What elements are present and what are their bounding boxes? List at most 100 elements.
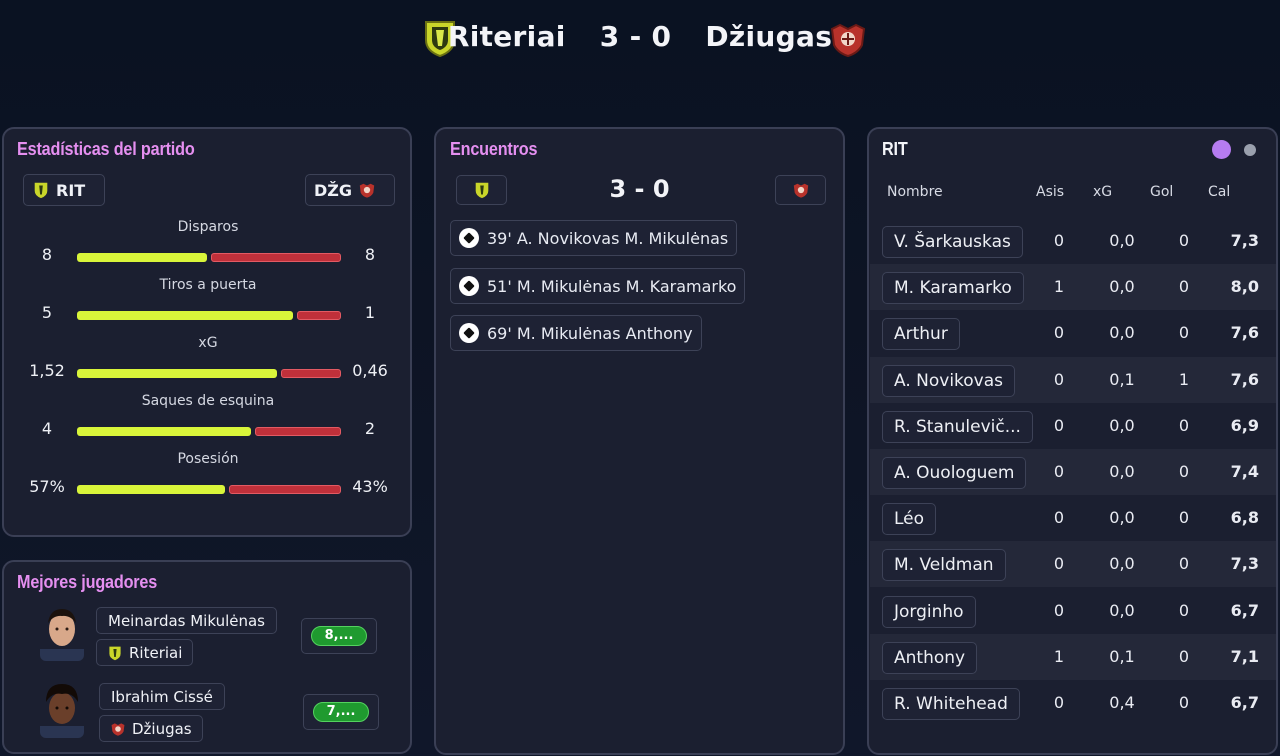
player-assists: 0 (1053, 231, 1065, 250)
player-assists: 0 (1053, 508, 1065, 528)
goal-event-text: 51' M. Mikulėnas M. Karamarko (487, 276, 737, 296)
player-name-chip[interactable]: M. Veldman (882, 549, 1006, 582)
best-player-team: Džiugas (132, 719, 192, 738)
player-xg: 0,0 (1109, 508, 1135, 528)
player-assists: 0 (1053, 462, 1065, 481)
stat-label: xG (198, 335, 218, 351)
stat-home-value: 8 (41, 245, 53, 264)
player-goals: 0 (1178, 646, 1190, 666)
best-player-team-chip[interactable]: Džiugas (99, 715, 203, 742)
player-name-chip[interactable]: Jorginho (882, 595, 976, 628)
stat-home-bar (77, 369, 277, 378)
lineup-row[interactable]: Léo 0 0,0 0 6,8 (870, 495, 1276, 541)
best-player-name-chip[interactable]: Ibrahim Cissé (99, 683, 225, 710)
lineup-row[interactable]: V. Šarkauskas 0 0,0 0 7,3 (870, 218, 1276, 264)
player-name-chip[interactable]: A. Ouologuem (882, 457, 1027, 489)
away-short-label: DŽG (314, 180, 353, 200)
lineup-row[interactable]: R. Stanulevič... 0 0,0 0 6,9 (870, 403, 1276, 449)
player-name-chip[interactable]: A. Novikovas (882, 364, 1016, 397)
lineup-row[interactable]: A. Ouologuem 0 0,0 0 7,4 (870, 449, 1276, 495)
home-team-name: Riteriai (447, 20, 566, 53)
stat-home-bar (77, 311, 293, 320)
player-avatar (40, 684, 84, 738)
player-assists: 0 (1053, 600, 1065, 620)
player-name-chip[interactable]: V. Šarkauskas (882, 226, 1023, 258)
dziugas-crest-icon (830, 23, 866, 58)
lineup-row[interactable]: R. Whitehead 0 0,4 0 6,7 (870, 680, 1276, 726)
best-player-team: Riteriai (129, 643, 183, 662)
stat-home-value: 1,52 (29, 361, 65, 380)
match-score: 3 - 0 (599, 20, 672, 53)
lineup-row[interactable]: Jorginho 0 0,0 0 6,7 (870, 588, 1276, 634)
player-goals: 0 (1178, 415, 1190, 435)
dziugas-crest-icon (793, 183, 808, 198)
page-indicator-active[interactable] (1212, 140, 1231, 159)
best-player-name-chip[interactable]: Meinardas Mikulėnas (96, 607, 277, 634)
score-title: Riteriai 3 - 0 Džiugas (0, 20, 1280, 53)
player-name-chip[interactable]: Arthur (882, 318, 960, 351)
stat-home-bar (77, 427, 251, 436)
best-player-rating: 7,... (313, 702, 369, 722)
stat-away-bar (255, 427, 341, 436)
player-assists: 0 (1053, 415, 1065, 435)
goal-event[interactable]: 51' M. Mikulėnas M. Karamarko (450, 268, 746, 304)
stat-away-value: 0,46 (352, 361, 388, 380)
player-xg: 0,0 (1109, 600, 1135, 620)
player-name-chip[interactable]: Anthony (882, 641, 978, 674)
player-goals: 0 (1178, 323, 1190, 343)
player-assists: 0 (1053, 554, 1065, 574)
player-rating: 7,6 (1230, 323, 1259, 343)
player-rating: 8,0 (1230, 277, 1259, 297)
player-name-chip[interactable]: Léo (882, 503, 937, 536)
page-indicator-inactive[interactable] (1244, 144, 1256, 156)
lineup-row[interactable]: M. Veldman 0 0,0 0 7,3 (870, 541, 1276, 588)
player-name-chip[interactable]: R. Whitehead (882, 688, 1020, 720)
stat-away-value: 1 (364, 303, 376, 322)
player-assists: 0 (1053, 369, 1065, 389)
stat-away-bar (297, 311, 341, 320)
away-team-chip: DŽG (305, 174, 395, 206)
col-header-xg: xG (1093, 184, 1113, 200)
best-player-rating-box: 7,... (303, 694, 379, 730)
stat-label: Tiros a puerta (159, 277, 257, 293)
player-rating: 7,3 (1230, 231, 1259, 250)
player-assists: 0 (1053, 693, 1065, 712)
player-goals: 0 (1178, 600, 1190, 620)
best-player-rating-box: 8,... (301, 618, 377, 654)
player-xg: 0,4 (1109, 693, 1135, 712)
riteriai-crest-icon (109, 646, 121, 660)
stat-label: Saques de esquina (141, 393, 275, 409)
player-goals: 0 (1178, 554, 1190, 574)
player-rating: 6,8 (1230, 508, 1259, 528)
player-name-chip[interactable]: M. Karamarko (882, 272, 1024, 305)
lineup-row[interactable]: M. Karamarko 1 0,0 0 8,0 (870, 264, 1276, 311)
player-rating: 6,7 (1230, 693, 1259, 712)
lineup-row[interactable]: Arthur 0 0,0 0 7,6 (870, 310, 1276, 356)
best-player-rating: 8,... (311, 626, 367, 646)
best-player-team-chip[interactable]: Riteriai (96, 639, 194, 666)
player-xg: 0,0 (1109, 415, 1135, 435)
player-rating: 6,7 (1230, 600, 1259, 620)
player-xg: 0,0 (1109, 462, 1135, 481)
player-assists: 1 (1053, 277, 1065, 297)
lineup-row[interactable]: Anthony 1 0,1 0 7,1 (870, 633, 1276, 680)
stat-home-value: 5 (41, 303, 53, 322)
player-xg: 0,0 (1109, 277, 1135, 297)
encounters-title: Encuentros (450, 139, 538, 159)
player-xg: 0,0 (1109, 323, 1135, 343)
goal-event[interactable]: 39' A. Novikovas M. Mikulėnas (450, 220, 738, 256)
stat-home-value: 4 (41, 419, 53, 438)
riteriai-crest-icon (34, 182, 48, 199)
player-assists: 1 (1053, 646, 1065, 666)
player-rating: 6,9 (1230, 415, 1259, 435)
best-players-title: Mejores jugadores (17, 572, 158, 592)
lineup-row[interactable]: A. Novikovas 0 0,1 1 7,6 (870, 356, 1276, 403)
player-goals: 1 (1178, 369, 1190, 389)
player-name-chip[interactable]: R. Stanulevič... (882, 410, 1033, 443)
stat-label: Posesión (177, 451, 239, 467)
player-goals: 0 (1178, 508, 1190, 528)
goal-event[interactable]: 69' M. Mikulėnas Anthony (450, 315, 702, 351)
stat-home-bar (77, 253, 207, 262)
dziugas-crest-icon (111, 722, 125, 736)
player-rating: 7,6 (1230, 369, 1259, 389)
